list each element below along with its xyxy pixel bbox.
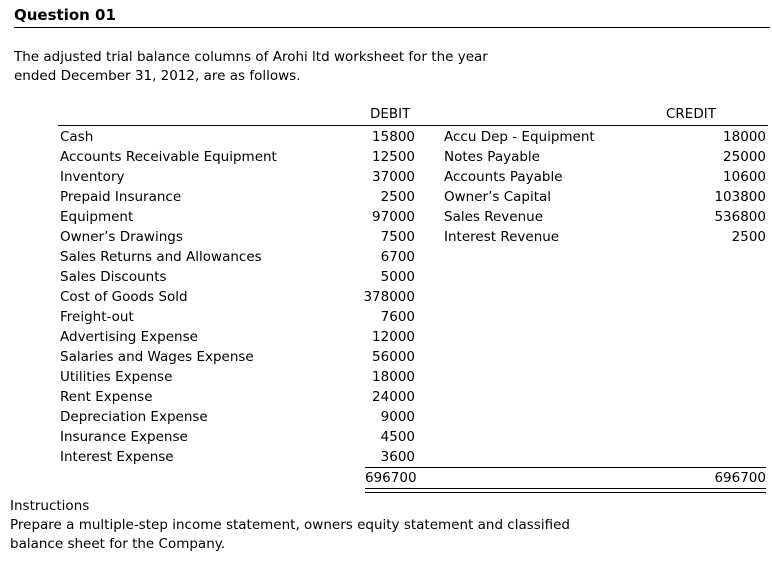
table-row: Sales Returns and Allowances 6700: [0, 247, 772, 267]
table-row: Interest Expense 3600: [0, 447, 772, 467]
table-row: Cash 15800 Accu Dep - Equipment 18000: [0, 127, 772, 147]
credit-account-name: Interest Revenue: [444, 229, 560, 245]
debit-amount: 97000: [372, 209, 415, 225]
credit-amount: 536800: [714, 209, 766, 225]
table-row: Insurance Expense 4500: [0, 427, 772, 447]
debit-amount: 9000: [380, 409, 415, 425]
debit-account-name: Cash: [60, 129, 94, 145]
debit-amount: 15800: [372, 129, 415, 145]
credit-amount: 10600: [723, 169, 766, 185]
debit-account-name: Salaries and Wages Expense: [60, 349, 254, 365]
intro-paragraph: The adjusted trial balance columns of Ar…: [14, 49, 488, 84]
table-row: Utilities Expense 18000: [0, 367, 772, 387]
credit-amount: 25000: [723, 149, 766, 165]
total-debit-amount: 696700: [365, 470, 417, 486]
debit-account-name: Utilities Expense: [60, 369, 173, 385]
debit-amount: 56000: [372, 349, 415, 365]
debit-account-name: Accounts Receivable Equipment: [60, 149, 277, 165]
column-header-credit: CREDIT: [666, 106, 716, 122]
credit-amount: 2500: [731, 229, 766, 245]
debit-account-name: Cost of Goods Sold: [60, 289, 188, 305]
table-body: Cash 15800 Accu Dep - Equipment 18000 Accoun…: [0, 127, 772, 467]
table-row: Depreciation Expense 9000: [0, 407, 772, 427]
credit-account-name: Accu Dep - Equipment: [444, 129, 595, 145]
debit-account-name: Prepaid Insurance: [60, 189, 182, 205]
debit-amount: 12000: [372, 329, 415, 345]
table-row: Inventory 37000 Accounts Payable 10600: [0, 167, 772, 187]
debit-account-name: Insurance Expense: [60, 429, 188, 445]
total-credit-amount: 696700: [714, 470, 766, 486]
debit-amount: 24000: [372, 389, 415, 405]
debit-amount: 37000: [372, 169, 415, 185]
credit-amount: 103800: [714, 189, 766, 205]
credit-amount: 18000: [723, 129, 766, 145]
table-row: Accounts Receivable Equipment 12500 Notes …: [0, 147, 772, 167]
debit-account-name: Advertising Expense: [60, 329, 198, 345]
table-row: Advertising Expense 12000: [0, 327, 772, 347]
table-row: Cost of Goods Sold 378000: [0, 287, 772, 307]
debit-account-name: Freight-out: [60, 309, 134, 325]
page-title: Question 01: [14, 6, 116, 24]
credit-account-name: Sales Revenue: [444, 209, 544, 225]
debit-account-name: Sales Returns and Allowances: [60, 249, 262, 265]
table-header-row: DEBIT CREDIT: [0, 105, 772, 125]
debit-amount: 3600: [380, 449, 415, 465]
table-row: Prepaid Insurance 2500 Owner’s Capital 1038…: [0, 187, 772, 207]
debit-amount: 12500: [372, 149, 415, 165]
debit-amount: 7600: [380, 309, 415, 325]
totals-row: 696700 696700: [365, 468, 766, 488]
table-row: Rent Expense 24000: [0, 387, 772, 407]
debit-account-name: Sales Discounts: [60, 269, 167, 285]
debit-account-name: Interest Expense: [60, 449, 174, 465]
question-title-block: Question 01: [0, 0, 772, 28]
table-header-divider: [58, 125, 768, 126]
totals-double-rule: [365, 488, 766, 493]
totals-block: 696700 696700: [365, 467, 766, 493]
column-header-debit: DEBIT: [370, 106, 411, 122]
table-row: Equipment 97000 Sales Revenue 536800: [0, 207, 772, 227]
debit-account-name: Depreciation Expense: [60, 409, 208, 425]
debit-amount: 18000: [372, 369, 415, 385]
instructions-block: Instructions Prepare a multiple-step inc…: [10, 497, 730, 554]
debit-account-name: Rent Expense: [60, 389, 153, 405]
credit-account-name: Accounts Payable: [444, 169, 563, 185]
title-divider: [14, 27, 770, 28]
debit-account-name: Equipment: [60, 209, 134, 225]
debit-amount: 5000: [380, 269, 415, 285]
debit-amount: 2500: [380, 189, 415, 205]
instructions-body: Prepare a multiple-step income statement…: [10, 517, 570, 552]
table-row: Salaries and Wages Expense 56000: [0, 347, 772, 367]
debit-amount: 7500: [380, 229, 415, 245]
trial-balance-table: DEBIT CREDIT Cash 15800 Accu Dep - Equipme…: [0, 105, 772, 493]
debit-account-name: Owner’s Drawings: [60, 229, 183, 245]
debit-amount: 6700: [380, 249, 415, 265]
debit-amount: 4500: [380, 429, 415, 445]
instructions-heading: Instructions: [10, 498, 90, 514]
credit-account-name: Notes Payable: [444, 149, 540, 165]
debit-account-name: Inventory: [60, 169, 125, 185]
debit-amount: 378000: [363, 289, 415, 305]
credit-account-name: Owner’s Capital: [444, 189, 552, 205]
table-row: Owner’s Drawings 7500 Interest Revenue 2500: [0, 227, 772, 247]
table-row: Freight-out 7600: [0, 307, 772, 327]
table-row: Sales Discounts 5000: [0, 267, 772, 287]
